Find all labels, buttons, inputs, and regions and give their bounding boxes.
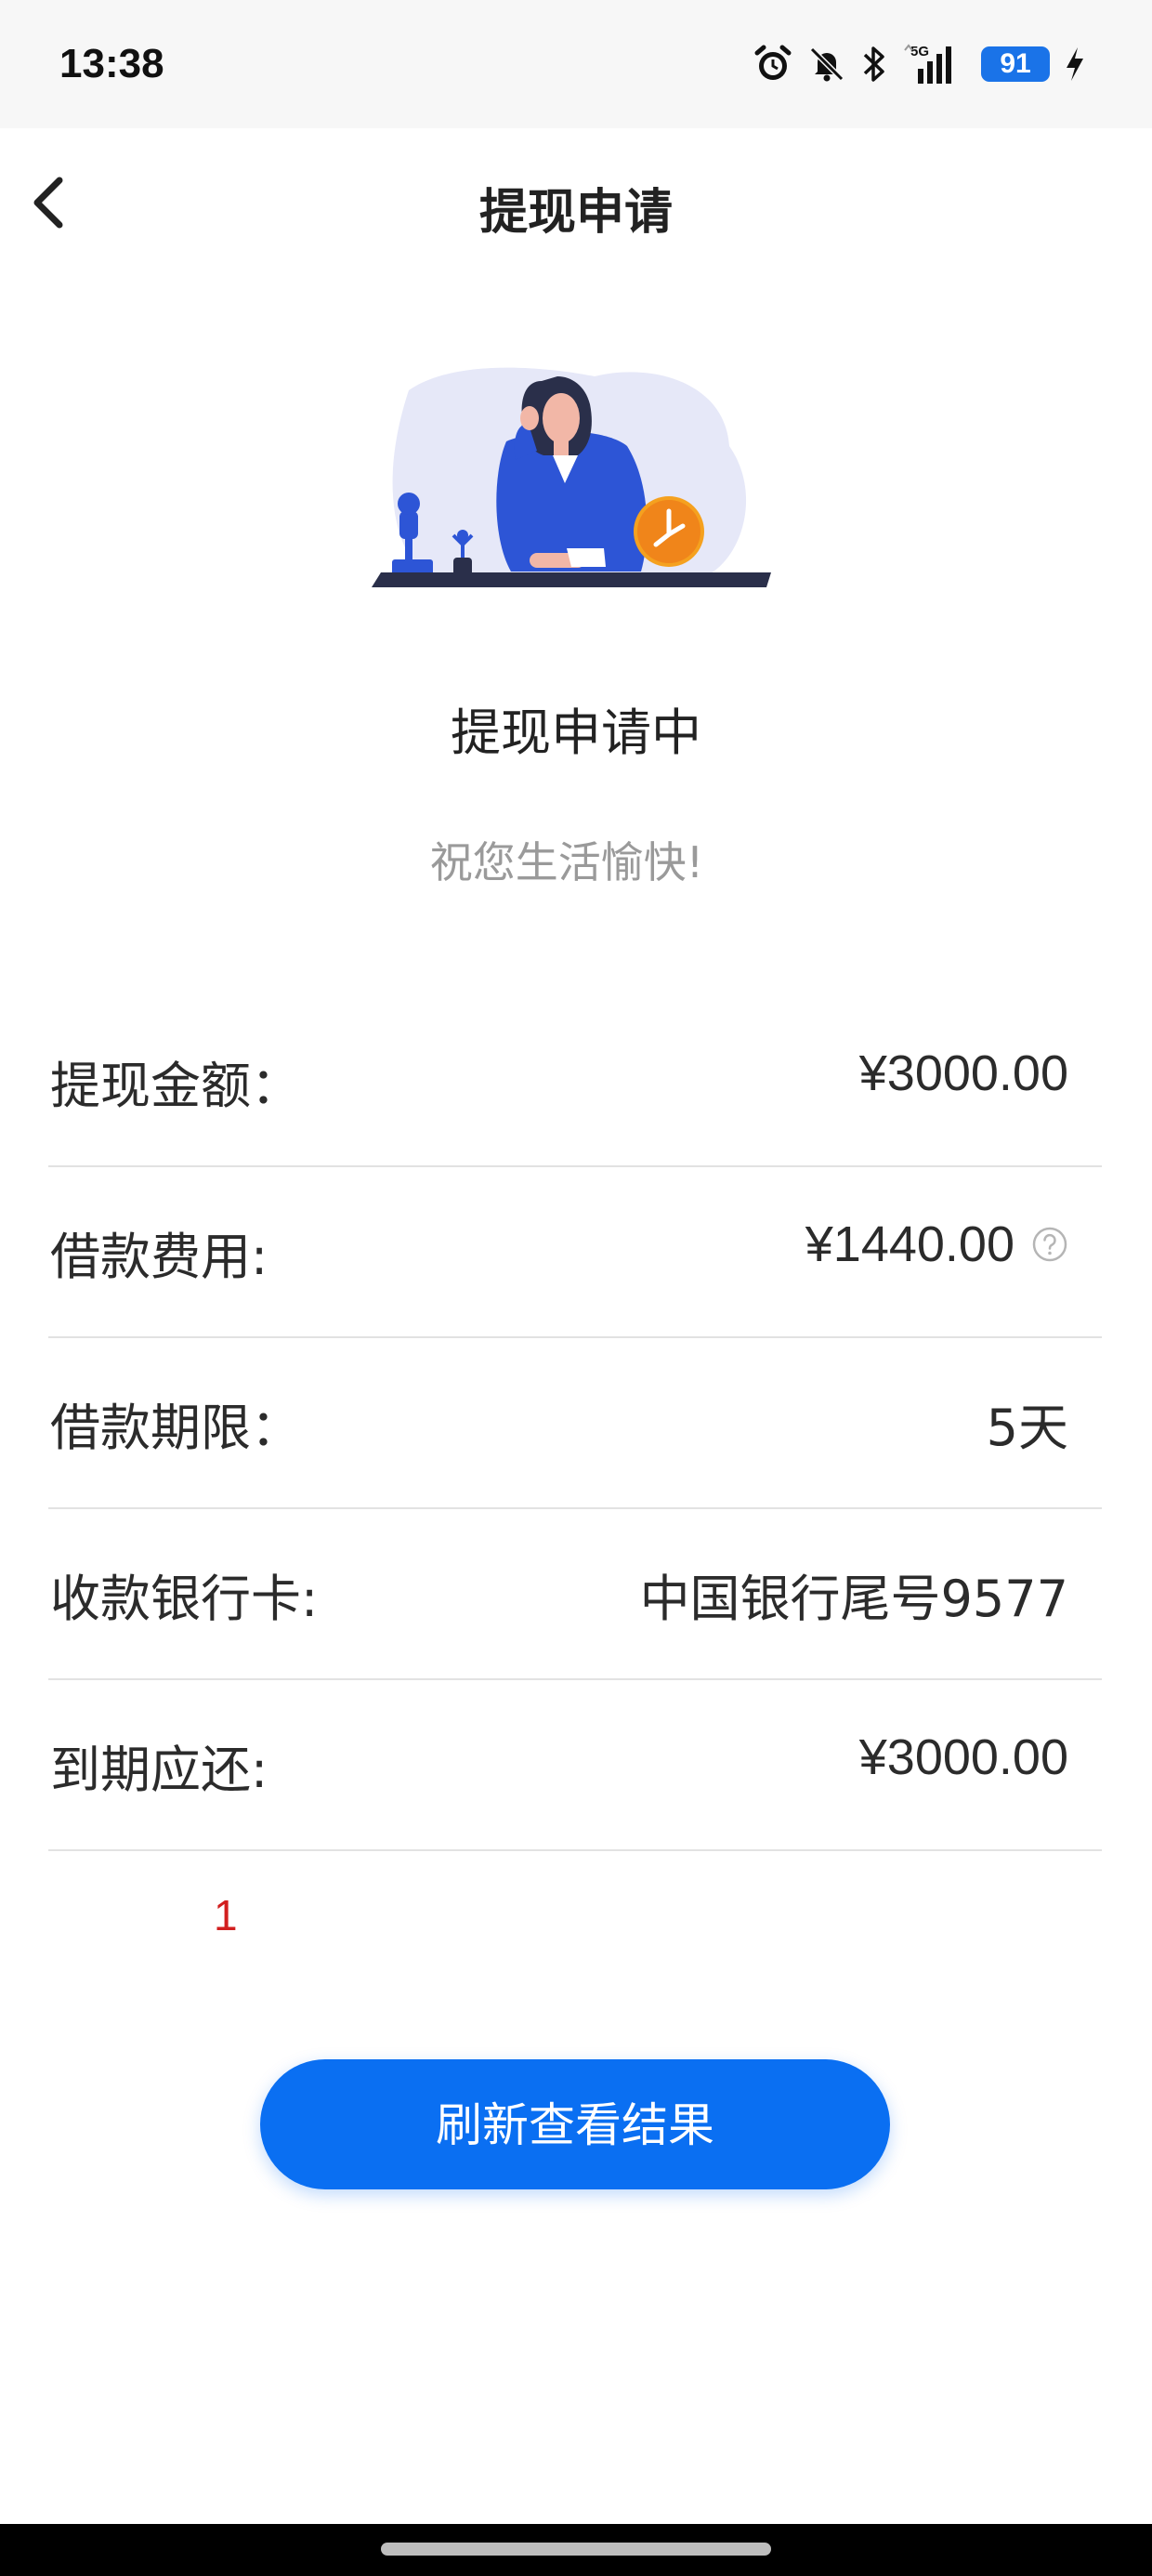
battery-icon: 91 [981, 46, 1050, 82]
page-title: 提现申请 [478, 185, 673, 241]
red-note: 1 [214, 1891, 238, 1939]
nav-bar: 提现申请 [0, 128, 1152, 277]
detail-value: ¥1440.00 [805, 1216, 1015, 1272]
detail-value: ¥3000.00 [858, 1729, 1068, 1785]
detail-row-fee: 借款费用: ¥1440.00 [48, 1167, 1102, 1338]
detail-row-due: 到期应还: ¥3000.00 [48, 1680, 1102, 1851]
detail-value: 5天 [986, 1399, 1068, 1457]
detail-label: 收款银行卡: [50, 1570, 319, 1628]
charging-icon [1067, 47, 1083, 81]
status-title: 提现申请中 [451, 703, 701, 762]
home-indicator[interactable] [381, 2543, 771, 2556]
woman-at-desk-illustration [372, 367, 771, 587]
mute-icon [809, 46, 844, 82]
svg-text:5G: 5G [910, 44, 929, 59]
detail-value: 中国银行尾号9577 [639, 1570, 1068, 1628]
detail-label: 借款费用: [50, 1228, 268, 1286]
signal-5g-icon: 5G [904, 44, 951, 84]
status-time: 13:38 [59, 41, 164, 86]
status-bar: 13:38 5G 91 [0, 0, 1152, 128]
system-nav-bar [0, 2524, 1152, 2576]
detail-row-bank-card: 收款银行卡: 中国银行尾号9577 [48, 1509, 1102, 1680]
help-circle-icon[interactable] [1031, 1226, 1068, 1263]
status-icons: 5G 91 [753, 43, 1087, 85]
bluetooth-icon [863, 46, 884, 82]
detail-label: 借款期限： [50, 1399, 301, 1457]
detail-row-amount: 提现金额： ¥3000.00 [48, 996, 1102, 1167]
detail-label: 提现金额： [50, 1057, 301, 1115]
detail-row-term: 借款期限： 5天 [48, 1338, 1102, 1509]
detail-label: 到期应还: [50, 1741, 268, 1799]
status-subtitle: 祝您生活愉快! [429, 837, 704, 887]
fee-value-wrap: ¥1440.00 [805, 1216, 1068, 1273]
refresh-result-button[interactable]: 刷新查看结果 [260, 2059, 890, 2189]
withdrawal-details: 提现金额： ¥3000.00 借款费用: ¥1440.00 借款期限： 5天 收… [48, 996, 1102, 1851]
alarm-icon [754, 45, 792, 80]
detail-value: ¥3000.00 [858, 1045, 1068, 1101]
